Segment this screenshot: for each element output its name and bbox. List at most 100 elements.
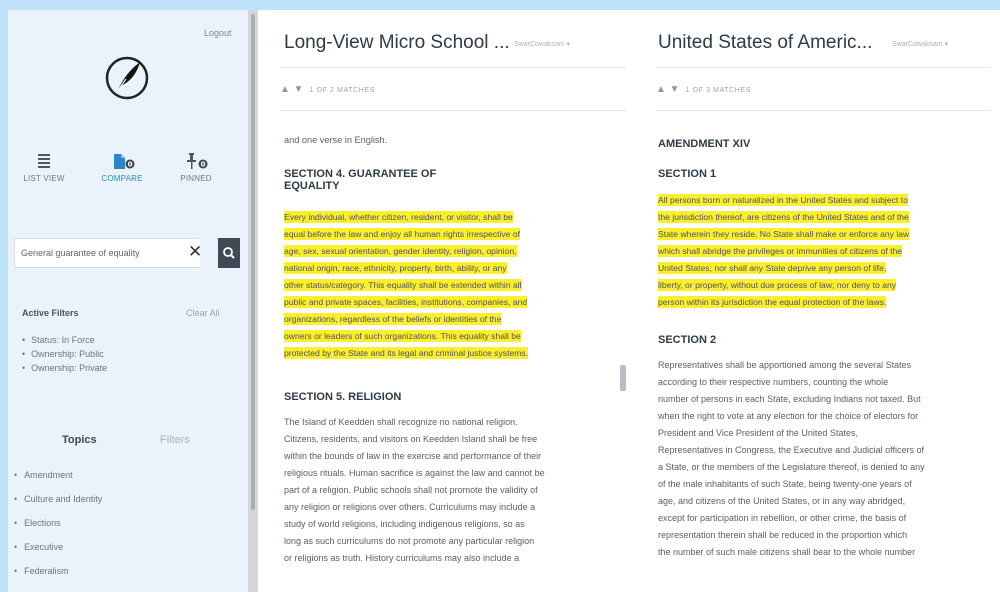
body-divider xyxy=(656,110,990,111)
document-line: long as such curriculums do not promote … xyxy=(284,536,535,546)
active-filter-list: Status: In Force Ownership: Public Owner… xyxy=(22,335,107,377)
match-count: 1 OF 2 MATCHES xyxy=(309,87,375,94)
logout-link[interactable]: Logout xyxy=(204,28,232,38)
document-line: or religions as truth. History curriculu… xyxy=(284,553,520,563)
clear-all-link[interactable]: Clear All xyxy=(186,308,220,318)
next-match-icon[interactable]: ▼ xyxy=(294,84,305,95)
highlighted-line: organizations, regardless of the beliefs… xyxy=(284,313,502,325)
previous-match-icon[interactable]: ▲ xyxy=(280,84,291,95)
document-line: any religion or religions over others. C… xyxy=(284,502,536,512)
document-select-value: SwarCowaksam xyxy=(892,41,943,48)
match-navigator: ▲ ▼ 1 OF 2 MATCHES xyxy=(280,84,375,95)
topic-item[interactable]: Culture and Identity xyxy=(14,494,102,518)
highlighted-match: Every individual, whether citizen, resid… xyxy=(284,209,529,362)
document-select-value: SwarCowaksam xyxy=(514,41,565,48)
highlighted-match: All persons born or naturalized in the U… xyxy=(658,192,910,311)
topic-item[interactable]: Federalism xyxy=(14,566,102,590)
next-match-icon[interactable]: ▼ xyxy=(670,84,681,95)
highlighted-line: person within its jurisdiction the equal… xyxy=(658,296,887,308)
list-view-button[interactable]: LIST VIEW xyxy=(14,152,74,183)
highlighted-line: which shall abridge the privileges or im… xyxy=(658,245,903,257)
search-icon xyxy=(223,247,235,259)
document-line: the number of such male citizens shall b… xyxy=(658,547,916,557)
document-title: Long-View Micro School ... xyxy=(284,32,510,53)
scrollbar-thumb[interactable] xyxy=(620,365,626,391)
section-heading: SECTION 4. GUARANTEE OF EQUALITY xyxy=(284,168,436,192)
document-line: except for participation in rebellion, o… xyxy=(658,513,907,523)
compare-icon: 0 xyxy=(114,154,135,169)
highlighted-line: owners or leaders of such organizations.… xyxy=(284,330,521,342)
document-line: when the right to vote at any election f… xyxy=(658,411,919,421)
highlighted-line: Every individual, whether citizen, resid… xyxy=(284,211,513,223)
document-line: The Island of Keedden shall recognize no… xyxy=(284,417,518,427)
topic-item[interactable]: Elections xyxy=(14,518,102,542)
window-frame-top xyxy=(0,0,1000,10)
highlighted-line: State wherein they reside. No State shal… xyxy=(658,228,910,240)
document-line: a State, or the members of the Legislatu… xyxy=(658,462,925,472)
document-select[interactable]: SwarCowaksam ▾ xyxy=(892,40,948,48)
highlighted-line: public and private spaces, facilities, i… xyxy=(284,296,528,308)
highlighted-line: United States; nor shall any State depri… xyxy=(658,262,887,274)
title-divider xyxy=(656,67,990,68)
document-pane-left: Long-View Micro School ... SwarCowaksam … xyxy=(258,10,638,592)
document-line: study of world religions, including indi… xyxy=(284,519,525,529)
tab-filters[interactable]: Filters xyxy=(160,434,190,446)
document-line: part of a religion. Public schools shall… xyxy=(284,485,538,495)
window-frame-left xyxy=(0,0,8,592)
highlighted-line: national origin, race, ethnicity, proper… xyxy=(284,262,507,274)
match-count: 1 OF 3 MATCHES xyxy=(685,87,751,94)
document-text: and one verse in English. xyxy=(284,135,388,145)
compare-label: COMPARE xyxy=(101,174,143,183)
compare-button[interactable]: 0 COMPARE xyxy=(92,152,152,183)
body-divider xyxy=(280,110,626,111)
document-line: age, and citizens of the United States, … xyxy=(658,496,906,506)
section-heading: SECTION 1 xyxy=(658,168,717,180)
document-line: of the male inhabitants of such State, b… xyxy=(658,479,912,489)
highlighted-line: other status/category. This equality sha… xyxy=(284,279,522,291)
highlighted-line: age, sex, sexual orientation, gender ide… xyxy=(284,245,517,257)
topic-list: Amendment Culture and Identity Elections… xyxy=(14,470,102,590)
section-body: The Island of Keedden shall recognize no… xyxy=(284,414,545,567)
highlighted-line: protected by the State and its legal and… xyxy=(284,347,529,359)
active-filter-item[interactable]: Ownership: Public xyxy=(22,349,107,363)
active-filters-title: Active Filters xyxy=(22,308,79,318)
active-filter-item[interactable]: Ownership: Private xyxy=(22,363,107,377)
previous-match-icon[interactable]: ▲ xyxy=(656,84,667,95)
document-line: Representatives in Congress, the Executi… xyxy=(658,445,924,455)
document-line: within the bounds of law in the exercise… xyxy=(284,451,542,461)
active-filter-item[interactable]: Status: In Force xyxy=(22,335,107,349)
list-icon xyxy=(38,154,50,168)
highlighted-line: liberty, or property, without due proces… xyxy=(658,279,897,291)
section-heading-line: SECTION 4. GUARANTEE OF xyxy=(284,168,437,180)
topic-item[interactable]: Amendment xyxy=(14,470,102,494)
highlighted-line: equal before the law and enjoy all human… xyxy=(284,228,520,240)
topic-item[interactable]: Executive xyxy=(14,542,102,566)
chevron-down-icon: ▾ xyxy=(566,41,571,48)
pinned-button[interactable]: 0 PINNED xyxy=(166,152,226,183)
clear-search-icon[interactable]: ✕ xyxy=(188,244,202,261)
svg-text:0: 0 xyxy=(128,161,133,169)
search-input[interactable]: General guarantee of equality xyxy=(14,238,200,268)
section-heading: SECTION 5. RELIGION xyxy=(284,391,402,403)
document-line: according to their respective numbers, c… xyxy=(658,377,889,387)
section-heading: AMENDMENT XIV xyxy=(658,138,751,150)
splitter-handle[interactable] xyxy=(251,14,255,510)
document-line: representation therein shall be reduced … xyxy=(658,530,908,540)
search-button[interactable] xyxy=(218,238,240,268)
document-line: Representatives shall be apportioned amo… xyxy=(658,360,912,370)
document-line: President and Vice President of the Unit… xyxy=(658,428,858,438)
chevron-down-icon: ▾ xyxy=(944,41,949,48)
document-line: number of persons in each State, excludi… xyxy=(658,394,921,404)
document-pane-right: United States of Americ... SwarCowaksam … xyxy=(638,10,1000,592)
document-line: Citizens, residents, and visitors on Kee… xyxy=(284,434,538,444)
section-heading-line: EQUALITY xyxy=(284,180,340,192)
list-view-label: LIST VIEW xyxy=(23,174,65,183)
document-select[interactable]: SwarCowaksam ▾ xyxy=(514,40,570,48)
pinned-label: PINNED xyxy=(180,174,212,183)
document-title: United States of Americ... xyxy=(658,32,873,53)
section-body: Representatives shall be apportioned amo… xyxy=(658,357,925,561)
section-heading: SECTION 2 xyxy=(658,334,717,346)
quill-logo-icon xyxy=(105,56,149,100)
tab-topics[interactable]: Topics xyxy=(62,434,97,446)
title-divider xyxy=(280,67,626,68)
